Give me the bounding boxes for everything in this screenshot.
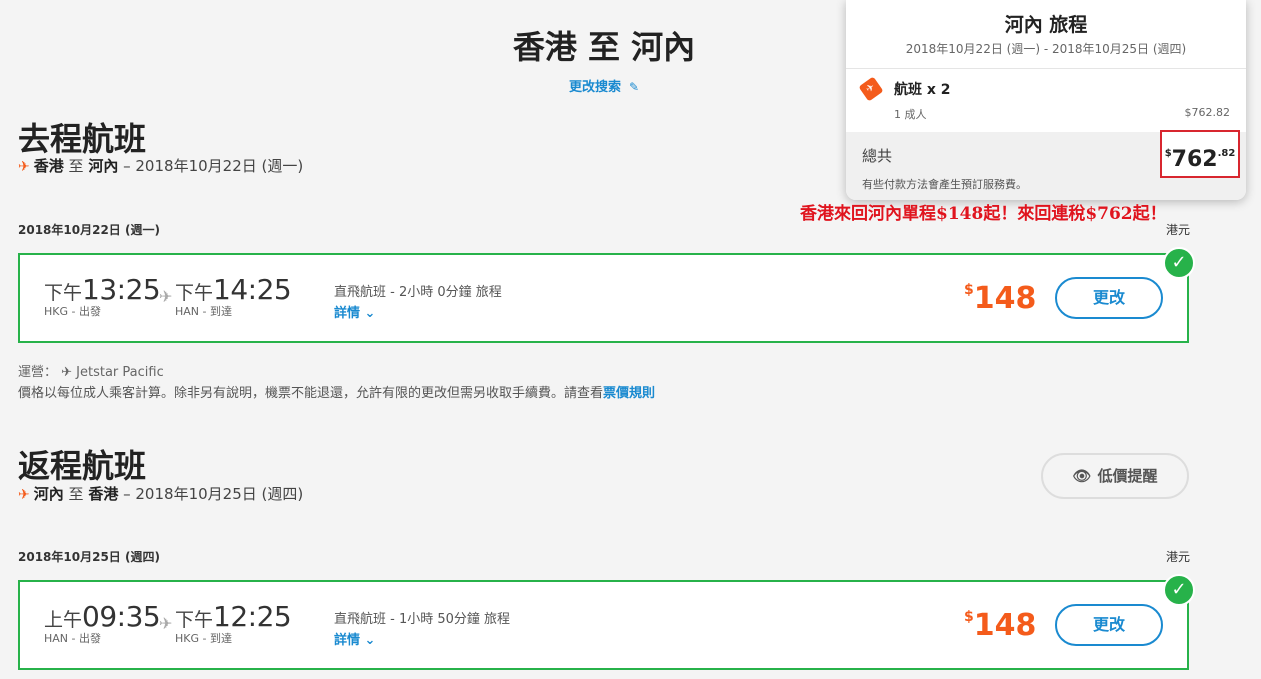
fare-rules-link[interactable]: 票價規則: [603, 386, 655, 401]
plane-icon: ✈: [18, 159, 30, 175]
selected-check-icon: ✓: [1163, 247, 1195, 279]
route-from: 河內: [33, 485, 64, 503]
outbound-date-heading: 2018年10月22日 (週一): [18, 223, 160, 237]
flight-price: $148: [964, 281, 1037, 316]
arrival-time: 下午12:25 HKG - 到達: [175, 600, 292, 645]
promo-annotation: 香港來回河內單程$148起！來回連稅$762起！: [800, 204, 1167, 224]
summary-passengers: 1 成人: [894, 108, 927, 121]
arrival-time: 下午14:25 HAN - 到達: [175, 273, 292, 318]
summary-total-label: 總共: [862, 147, 893, 165]
flight-info: 直飛航班 - 2小時 0分鐘 旅程 詳情 ⌄: [334, 285, 502, 321]
inbound-date-heading: 2018年10月25日 (週四): [18, 550, 160, 564]
summary-flights: 航班 x 2: [894, 82, 951, 98]
flight-info: 直飛航班 - 1小時 50分鐘 旅程 詳情 ⌄: [334, 612, 511, 648]
inbound-route: ✈ 河內 至 香港 – 2018年10月25日 (週四): [18, 483, 303, 504]
summary-title: 河內 旅程: [1004, 14, 1088, 36]
summary-fee-note: 有些付款方法會產生預訂服務費。: [862, 178, 1027, 191]
binoculars-icon[interactable]: 👁: [1072, 455, 1091, 497]
route-to: 香港: [88, 485, 119, 503]
inbound-currency: 港元: [1165, 550, 1190, 564]
summary-passenger-price: $762.82: [1184, 106, 1231, 119]
trip-summary-panel: 河內 旅程 2018年10月22日 (週一) - 2018年10月25日 (週四…: [846, 0, 1246, 200]
route-to-word: 至: [68, 157, 84, 175]
change-button[interactable]: 更改: [1055, 277, 1163, 319]
plane-icon: ✈: [18, 487, 30, 503]
summary-dates: 2018年10月22日 (週一) - 2018年10月25日 (週四): [905, 42, 1187, 56]
route-from: 香港: [33, 157, 64, 175]
plane-arrow-icon: ✈: [159, 614, 173, 633]
summary-divider: [846, 68, 1246, 69]
change-button[interactable]: 更改: [1055, 604, 1163, 646]
departure-time: 上午09:35 HAN - 出發: [44, 600, 161, 645]
inbound-section-title: 返程航班: [18, 447, 147, 485]
outbound-section-title: 去程航班: [18, 120, 147, 158]
summary-total-price: $762.82: [1160, 130, 1240, 178]
plane-arrow-icon: ✈: [159, 287, 173, 306]
modify-search-label[interactable]: 更改搜索: [569, 80, 621, 95]
flight-price: $148: [964, 608, 1037, 643]
pencil-icon[interactable]: ✎: [629, 80, 639, 94]
route-to-word: 至: [68, 485, 84, 503]
fare-note: 價格以每位成人乘客計算。除非另有說明，機票不能退還，允許有限的更改但需另收取手續…: [18, 386, 656, 401]
operator-info: 運營： ✈ Jetstar Pacific: [18, 365, 164, 380]
outbound-route: ✈ 香港 至 河內 – 2018年10月22日 (週一): [18, 155, 303, 176]
departure-time: 下午13:25 HKG - 出發: [44, 273, 161, 318]
details-link[interactable]: 詳情 ⌄: [334, 302, 502, 321]
ticket-icon: ✈: [858, 76, 884, 102]
route-date: – 2018年10月22日 (週一): [123, 157, 304, 175]
outbound-flight-card[interactable]: 下午13:25 HKG - 出發 ✈ 下午14:25 HAN - 到達 直飛航班…: [18, 253, 1189, 343]
details-link[interactable]: 詳情 ⌄: [334, 629, 510, 648]
price-alert-button[interactable]: 👁 低價提醒: [1041, 453, 1189, 499]
selected-check-icon: ✓: [1163, 574, 1195, 606]
inbound-flight-card[interactable]: 上午09:35 HAN - 出發 ✈ 下午12:25 HKG - 到達 直飛航班…: [18, 580, 1189, 670]
route-to: 河內: [88, 157, 119, 175]
route-date: – 2018年10月25日 (週四): [123, 485, 304, 503]
